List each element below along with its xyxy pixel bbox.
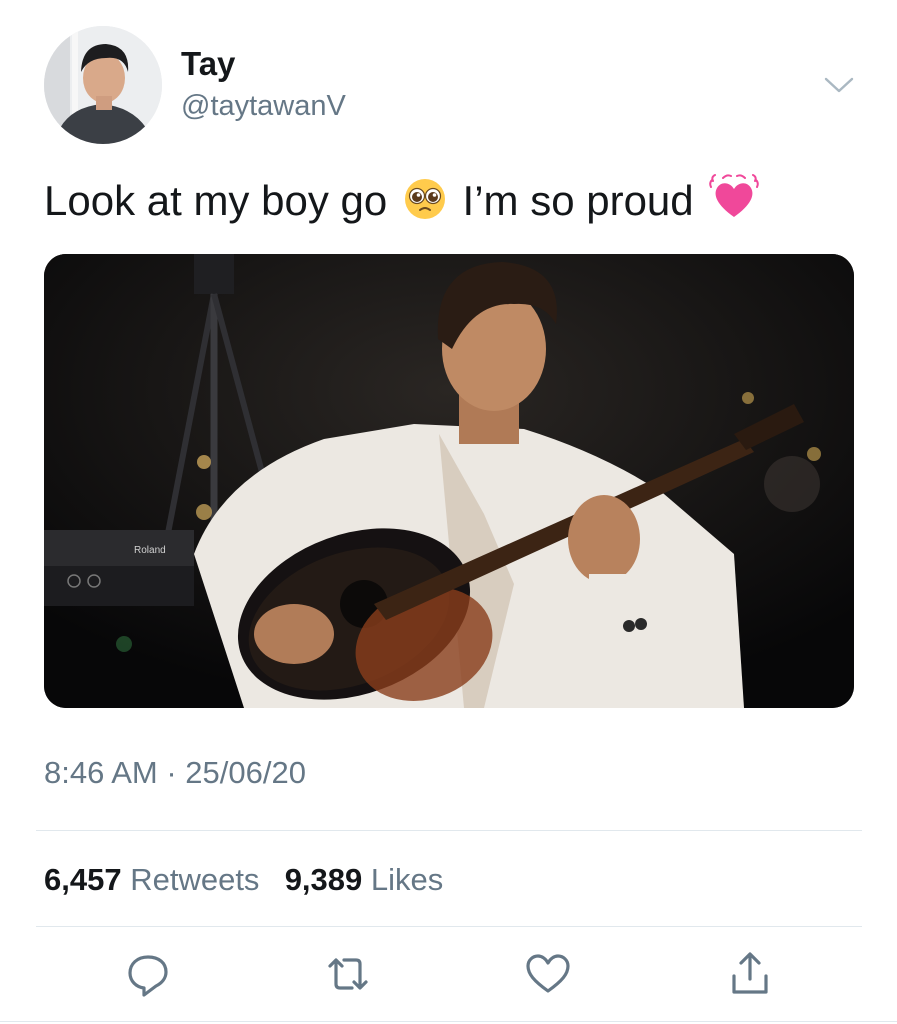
retweet-button[interactable] (322, 948, 374, 1000)
chevron-down-icon[interactable] (822, 74, 856, 96)
likes-label: Likes (370, 862, 444, 897)
divider (36, 926, 862, 927)
guitar-player-photo: Roland (44, 254, 854, 708)
tweet-text-part1: Look at my boy go (44, 177, 388, 224)
reply-icon (128, 955, 168, 997)
share-button[interactable] (724, 948, 776, 1000)
divider (36, 830, 862, 831)
retweets-label: Retweets (130, 862, 260, 897)
heart-icon (526, 954, 570, 993)
reply-button[interactable] (122, 948, 174, 1000)
profile-photo-icon (44, 26, 162, 144)
growing-heart-emoji-icon (709, 173, 760, 236)
retweet-icon (328, 958, 368, 990)
tweet-timestamp[interactable]: 8:46 AM · 25/06/20 (44, 754, 306, 792)
tweet-text: Look at my boy go I’m so proud (44, 172, 854, 236)
like-button[interactable] (522, 948, 574, 1000)
likes-count-link[interactable]: 9,389 Likes (285, 862, 444, 897)
likes-count: 9,389 (284, 862, 363, 897)
tweet-text-part2: I’m so proud (462, 177, 694, 224)
tweet-stats: 6,457 Retweets 9,389 Likes (44, 860, 443, 900)
tweet-media-photo[interactable]: Roland (44, 254, 854, 708)
pleading-face-emoji-icon (403, 177, 447, 236)
retweet-count-link[interactable]: 6,457 Retweets (44, 862, 259, 897)
author-handle[interactable]: @taytawanV (181, 88, 346, 124)
retweets-count: 6,457 (44, 862, 122, 897)
share-icon (732, 952, 768, 994)
keyboard-brand-label: Roland (134, 545, 166, 556)
divider (0, 1021, 897, 1022)
avatar[interactable] (44, 26, 162, 144)
author-display-name[interactable]: Tay (181, 44, 235, 84)
